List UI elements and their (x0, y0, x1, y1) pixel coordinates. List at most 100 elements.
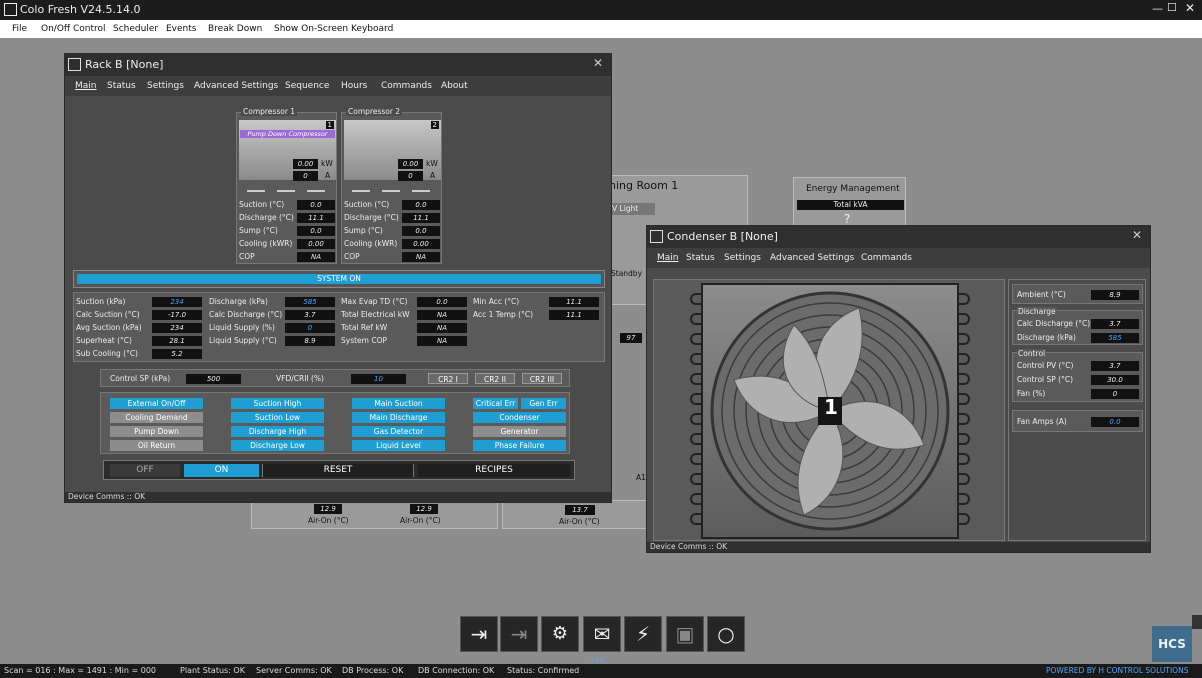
fan-panel: 1 (653, 279, 1005, 541)
calc-suction-value: -17.0 (152, 310, 202, 320)
air-on-label-1: Air-On (°C) (308, 516, 349, 525)
rack-tab-commands[interactable]: Commands (381, 81, 432, 91)
comp2-row-label-discharge: Discharge (°C) (344, 213, 399, 222)
rack-close-icon[interactable]: ✕ (593, 56, 603, 70)
reset-button[interactable]: RESET (262, 464, 414, 477)
compressor-1-cop: NA (297, 252, 335, 262)
condenser-tab-commands[interactable]: Commands (861, 253, 912, 263)
condenser-tab-main[interactable]: Main (657, 253, 679, 263)
on-button[interactable]: ON (184, 464, 259, 477)
compressor-2-stage-2 (382, 190, 400, 192)
side-scroll-button[interactable] (1192, 615, 1202, 629)
status-bar: Scan = 016 : Max = 1491 : Min = 000 Plan… (0, 664, 1202, 678)
rack-tabs: Main Status Settings Advanced Settings S… (65, 76, 611, 96)
rack-tab-main[interactable]: Main (75, 81, 97, 91)
total-kva-label: Total kVA (797, 200, 904, 210)
menu-file[interactable]: File (12, 24, 27, 34)
superheat-value: 28.1 (152, 336, 202, 346)
rack-tab-status[interactable]: Status (107, 81, 136, 91)
menu-scheduler[interactable]: Scheduler (113, 24, 158, 34)
close-icon[interactable]: ✕ (1185, 1, 1195, 15)
rack-status-bar: Device Comms :: OK (65, 492, 611, 502)
maximize-icon[interactable]: ☐ (1167, 1, 1177, 14)
alarm-condenser: Condenser (473, 412, 566, 423)
system-on-indicator: SYSTEM ON (77, 274, 601, 284)
power-icon[interactable]: ⚡ (624, 616, 662, 652)
alarm-gas-detector: Gas Detector (352, 426, 445, 437)
comp-row-label-cooling: Cooling (kWR) (239, 239, 293, 248)
control-sp-c-label: Control SP (°C) (1017, 375, 1074, 384)
compressor-2-cooling: 0.00 (402, 239, 440, 249)
alarm-main-discharge: Main Discharge (352, 412, 445, 423)
fan-pct-value: 0 (1091, 389, 1139, 399)
login-icon[interactable]: ⇥ (460, 616, 498, 652)
acc-1-temp-label: Acc 1 Temp (°C) (473, 310, 533, 319)
air-on-value-3: 13.7 (565, 505, 595, 515)
user-settings-icon[interactable]: ⚙ (541, 616, 579, 652)
compressor-2-cop: NA (402, 252, 440, 262)
compressor-1-stage-2 (277, 190, 295, 192)
mail-icon[interactable]: ✉ (583, 616, 621, 652)
save-icon[interactable]: ▣ (666, 616, 704, 652)
cr2-iii-button[interactable]: CR2 III (522, 373, 562, 384)
cr2-i-button[interactable]: CR2 I (428, 373, 468, 384)
min-acc-label: Min Acc (°C) (473, 297, 520, 306)
suction-kpa-label: Suction (kPa) (76, 297, 126, 306)
kva-value: ? (844, 212, 851, 226)
condenser-tab-status[interactable]: Status (686, 253, 715, 263)
minimize-icon[interactable]: — (1152, 2, 1163, 15)
calc-discharge-c-value: 3.7 (1091, 319, 1139, 329)
room-title: ning Room 1 (609, 179, 679, 192)
compressor-2-suction: 0.0 (402, 200, 440, 210)
condenser-close-icon[interactable]: ✕ (1132, 228, 1142, 242)
calc-discharge-label: Calc Discharge (°C) (209, 310, 283, 319)
compressor-1-discharge: 11.1 (297, 213, 335, 223)
compressor-1-image: 1 Pump Down Compressor 0.00 kW 0 A (239, 120, 336, 181)
calc-suction-label: Calc Suction (°C) (76, 310, 140, 319)
action-bar: OFF ON RESET RECIPES (103, 460, 575, 480)
menu-show-keyboard[interactable]: Show On-Screen Keyboard (274, 24, 393, 34)
menu-on-off-control[interactable]: On/Off Control (41, 24, 106, 34)
total-electrical-kw-value: NA (417, 310, 467, 320)
condenser-titlebar: Condenser B [None] ✕ (647, 226, 1150, 248)
alarm-suction-low: Suction Low (231, 412, 324, 423)
vfd-value[interactable]: 10 (351, 374, 406, 384)
cr2-ii-button[interactable]: CR2 II (475, 373, 515, 384)
rack-tab-advanced[interactable]: Advanced Settings (194, 81, 278, 91)
powered-by: POWERED BY H CONTROL SOLUTIONS (1046, 666, 1189, 675)
off-button[interactable]: OFF (110, 464, 180, 477)
control-sp-value[interactable]: 500 (186, 374, 241, 384)
comp2-row-label-suction: Suction (°C) (344, 200, 390, 209)
alarm-liquid-level: Liquid Level (352, 440, 445, 451)
energy-management-panel: Energy Management Total kVA ? (793, 177, 906, 232)
control-sp-c-value[interactable]: 30.0 (1091, 375, 1139, 385)
rack-tab-sequence[interactable]: Sequence (285, 81, 329, 91)
condenser-tab-advanced[interactable]: Advanced Settings (770, 253, 854, 263)
system-cop-label: System COP (341, 336, 388, 345)
ambient-label: Ambient (°C) (1017, 290, 1066, 299)
liquid-supply-temp-label: Liquid Supply (°C) (209, 336, 277, 345)
comp2-row-label-cooling: Cooling (kWR) (344, 239, 398, 248)
logout-icon[interactable]: ⇥ (500, 616, 538, 652)
condenser-tab-settings[interactable]: Settings (724, 253, 761, 263)
control-pv-label: Control PV (°C) (1017, 361, 1074, 370)
rack-tab-about[interactable]: About (441, 81, 468, 91)
acc-1-temp-value: 11.1 (549, 310, 599, 320)
system-status-frame: SYSTEM ON (73, 270, 605, 288)
alarm-gen-err: Gen Err (521, 398, 566, 409)
refresh-icon[interactable]: ○ (707, 616, 745, 652)
air-on-label-3: Air-On (°C) (559, 517, 600, 526)
menu-events[interactable]: Events (166, 24, 196, 34)
compressor-2-stage-3 (412, 190, 430, 192)
control-group: Control Control PV (°C) 3.7 Control SP (… (1012, 349, 1143, 402)
air-on-value-2: 12.9 (410, 504, 438, 514)
alarm-suction-high: Suction High (231, 398, 324, 409)
energy-title: Energy Management (806, 184, 900, 194)
rack-tab-settings[interactable]: Settings (147, 81, 184, 91)
control-sp-label: Control SP (kPa) (110, 374, 171, 383)
sub-cooling-value: 5.2 (152, 349, 202, 359)
recipes-button[interactable]: RECIPES (418, 464, 570, 477)
avg-suction-label: Avg Suction (kPa) (76, 323, 142, 332)
menu-break-down[interactable]: Break Down (208, 24, 262, 34)
rack-tab-hours[interactable]: Hours (341, 81, 367, 91)
